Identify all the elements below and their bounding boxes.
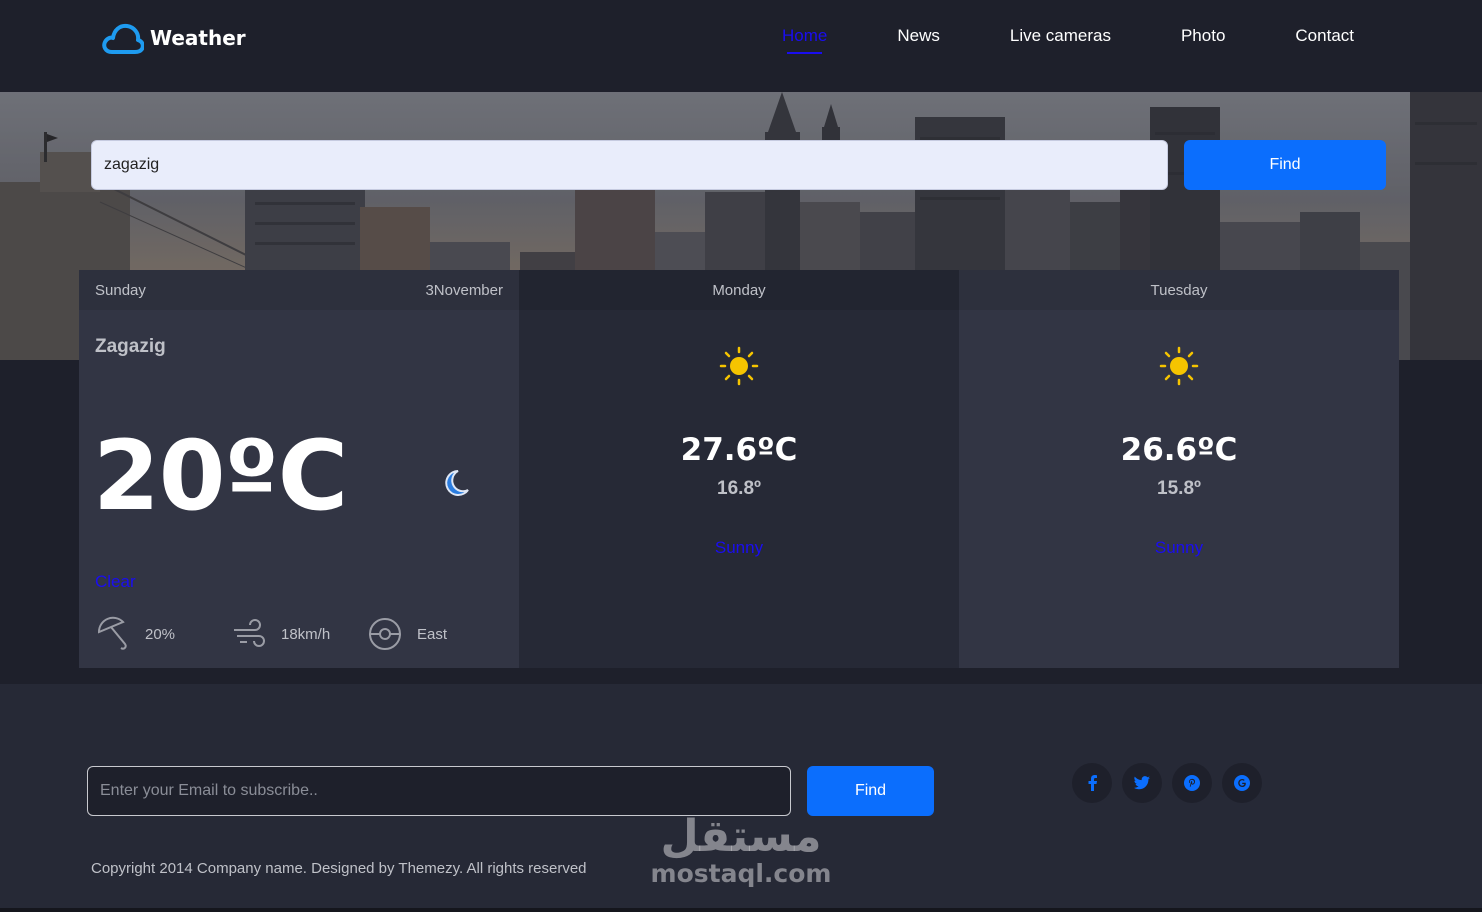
forecast-card-monday: Monday 27.6ºC 16.8º Sunny bbox=[519, 270, 959, 668]
location-name: Zagazig bbox=[95, 336, 166, 357]
nav-live-cameras[interactable]: Live cameras bbox=[1010, 26, 1111, 54]
today-card: Sunday 3November Zagazig 20ºC Clear 20% bbox=[79, 270, 519, 668]
forecast-day: Monday bbox=[519, 270, 959, 310]
sun-icon bbox=[1159, 346, 1199, 391]
nav-home[interactable]: Home bbox=[782, 26, 827, 54]
forecast-max-temp: 27.6ºC bbox=[680, 432, 798, 468]
current-temperature: 20ºC bbox=[93, 420, 348, 532]
page-bottom-border bbox=[0, 908, 1482, 912]
forecast-day: Tuesday bbox=[959, 270, 1399, 310]
search-input[interactable] bbox=[91, 140, 1168, 190]
facebook-icon[interactable] bbox=[1072, 763, 1112, 803]
copyright-text: Copyright 2014 Company name. Designed by… bbox=[91, 860, 587, 877]
brand-logo[interactable]: Weather bbox=[102, 20, 246, 56]
nav-photo[interactable]: Photo bbox=[1181, 26, 1225, 54]
forecast-min-temp: 15.8º bbox=[1157, 478, 1201, 499]
today-stats: 20% 18km/h East bbox=[95, 616, 447, 652]
site-footer: Find مستقل mostaql.com Copyright 2014 Co… bbox=[0, 684, 1482, 908]
wind-icon bbox=[231, 616, 267, 652]
watermark-arabic: مستقل bbox=[660, 811, 822, 862]
forecast-min-temp: 16.8º bbox=[717, 478, 761, 499]
wind-direction-stat: East bbox=[367, 616, 447, 652]
umbrella-icon bbox=[95, 616, 131, 652]
humidity-value: 20% bbox=[145, 625, 176, 643]
forecast-panel: Sunday 3November Zagazig 20ºC Clear 20% bbox=[79, 270, 1399, 668]
google-icon[interactable] bbox=[1222, 763, 1262, 803]
humidity-stat: 20% bbox=[95, 616, 231, 652]
watermark-latin: mostaql.com bbox=[650, 859, 832, 888]
watermark-logo: مستقل mostaql.com bbox=[650, 811, 832, 888]
brand-name: Weather bbox=[150, 26, 246, 50]
forecast-condition: Sunny bbox=[714, 538, 764, 557]
main-nav: Home News Live cameras Photo Contact bbox=[782, 26, 1354, 54]
pinterest-icon[interactable] bbox=[1172, 763, 1212, 803]
cloud-icon bbox=[102, 21, 144, 55]
nav-contact[interactable]: Contact bbox=[1295, 26, 1354, 54]
social-links bbox=[1072, 763, 1262, 803]
today-day: Sunday bbox=[95, 281, 146, 299]
moon-icon bbox=[441, 468, 471, 503]
wind-direction-value: East bbox=[417, 625, 448, 643]
wind-speed-stat: 18km/h bbox=[231, 616, 367, 652]
forecast-condition: Sunny bbox=[1154, 538, 1204, 557]
forecast-max-temp: 26.6ºC bbox=[1120, 432, 1238, 468]
wind-speed-value: 18km/h bbox=[281, 625, 331, 643]
site-header: Weather Home News Live cameras Photo Con… bbox=[0, 0, 1482, 92]
compass-icon bbox=[367, 616, 403, 652]
today-card-header: Sunday 3November bbox=[79, 270, 519, 310]
subscribe-email-input[interactable] bbox=[87, 766, 791, 816]
today-date: 3November bbox=[425, 281, 503, 299]
subscribe-button[interactable]: Find bbox=[807, 766, 934, 816]
nav-news[interactable]: News bbox=[897, 26, 940, 54]
find-button[interactable]: Find bbox=[1184, 140, 1386, 190]
forecast-card-tuesday: Tuesday 26.6ºC 15.8º Sunny bbox=[959, 270, 1399, 668]
today-condition: Clear bbox=[95, 572, 136, 591]
sun-icon bbox=[719, 346, 759, 391]
twitter-icon[interactable] bbox=[1122, 763, 1162, 803]
